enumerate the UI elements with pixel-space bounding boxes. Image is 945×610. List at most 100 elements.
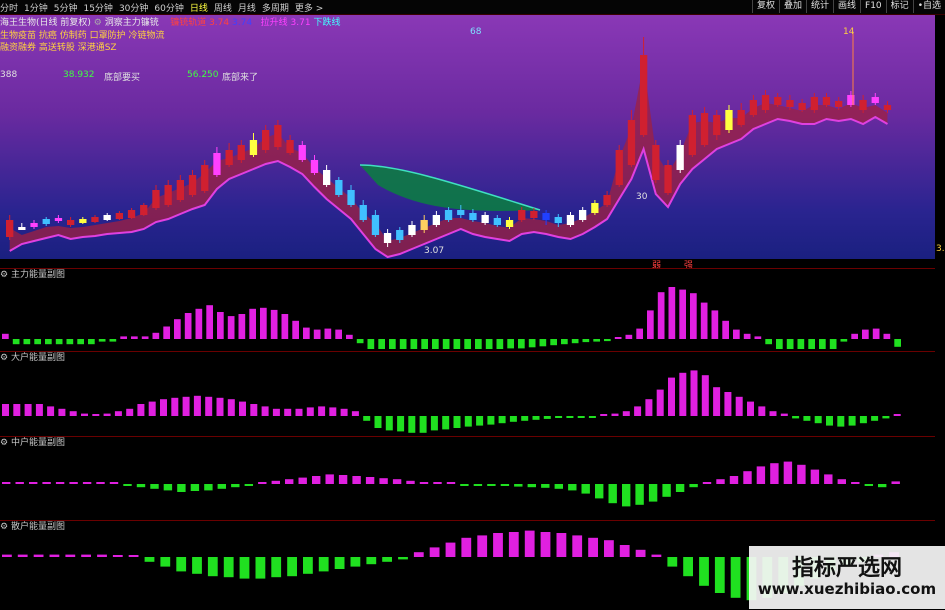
- energy-bar: [430, 416, 438, 431]
- energy-bar: [487, 416, 495, 425]
- energy-bar: [702, 482, 712, 484]
- energy-bar: [193, 395, 201, 416]
- energy-bar: [144, 557, 155, 562]
- energy-bar: [792, 416, 800, 419]
- energy-bar: [346, 334, 353, 339]
- mid-holder-energy-panel[interactable]: ⚙ 中户能量副图: [0, 436, 935, 519]
- candle-body: [164, 185, 172, 205]
- toolbar-button[interactable]: 画线: [833, 0, 860, 13]
- energy-bar: [271, 480, 280, 484]
- period-tab[interactable]: 分时: [0, 1, 18, 14]
- energy-bar: [47, 406, 55, 416]
- toolbar-button[interactable]: F10: [860, 0, 886, 13]
- toolbar-button[interactable]: 统计: [806, 0, 833, 13]
- energy-bar: [397, 416, 405, 432]
- candle-body: [420, 220, 428, 230]
- main-force-energy-panel[interactable]: ⚙ 主力能量副图: [0, 268, 935, 350]
- energy-bar: [284, 408, 292, 416]
- period-tab[interactable]: 15分钟: [83, 1, 112, 14]
- energy-bar: [608, 484, 617, 504]
- energy-bar: [207, 557, 218, 577]
- period-tab[interactable]: 60分钟: [154, 1, 183, 14]
- bottom-buy-label: 底部要买: [104, 73, 141, 83]
- candle-body: [469, 213, 477, 220]
- toolbar-button[interactable]: 标记: [885, 0, 913, 13]
- energy-bar: [271, 557, 282, 578]
- rail-line-value-2: 3.74: [232, 18, 253, 28]
- energy-bar: [249, 308, 256, 339]
- candle-body: [566, 215, 575, 225]
- energy-bar: [69, 482, 78, 484]
- energy-bar: [614, 337, 622, 339]
- period-tab[interactable]: 月线: [238, 1, 256, 14]
- energy-bar: [204, 484, 213, 491]
- energy-bar: [859, 416, 867, 424]
- energy-bar: [131, 336, 138, 339]
- energy-bar: [588, 416, 596, 418]
- energy-bar: [239, 401, 246, 416]
- energy-bar: [758, 406, 766, 416]
- period-tab[interactable]: 5分钟: [54, 1, 78, 14]
- energy-bar: [701, 375, 709, 416]
- low-price-label: 3.07: [424, 246, 445, 256]
- energy-bar: [17, 554, 28, 557]
- candle-body: [298, 145, 306, 160]
- energy-bar: [379, 478, 388, 484]
- energy-bar: [837, 479, 846, 484]
- energy-bar: [550, 339, 557, 346]
- energy-bar: [433, 482, 442, 484]
- candle-body: [213, 153, 221, 175]
- energy-bar: [55, 482, 65, 484]
- main-kline-panel[interactable]: 海王生物(日线 前复权) ⚙ 洞察主力镰铳 镰铳轨道 3.74 3.74 拉升线…: [0, 15, 945, 259]
- period-tab[interactable]: 更多 >: [295, 1, 323, 14]
- energy-bar: [700, 302, 708, 339]
- period-tab[interactable]: 30分钟: [119, 1, 148, 14]
- energy-bar: [303, 327, 310, 339]
- energy-bar: [848, 416, 856, 426]
- energy-bar: [765, 339, 772, 345]
- energy-bar: [12, 339, 20, 345]
- energy-bar: [699, 557, 709, 586]
- candle-body: [91, 217, 99, 222]
- period-tab[interactable]: 1分钟: [24, 1, 48, 14]
- candle-body: [335, 180, 343, 195]
- period-tab[interactable]: 周线: [214, 1, 232, 14]
- energy-bar: [446, 482, 456, 484]
- energy-bar: [656, 389, 664, 416]
- candle-body: [688, 115, 696, 155]
- indicator-name[interactable]: 洞察主力镰铳: [105, 18, 159, 28]
- candle-body: [6, 220, 14, 237]
- candle-body: [871, 97, 879, 103]
- toolbar-button[interactable]: 复权: [751, 0, 779, 13]
- energy-bar: [270, 309, 278, 339]
- candle-body: [725, 110, 733, 130]
- energy-bar: [540, 532, 551, 557]
- label-388: 388: [0, 70, 18, 80]
- energy-bar: [109, 482, 119, 484]
- energy-bar: [675, 484, 685, 492]
- energy-bar: [34, 339, 41, 345]
- candle-body: [103, 215, 111, 220]
- kline-chart[interactable]: [0, 15, 935, 259]
- energy-bar: [464, 339, 471, 349]
- energy-bar: [216, 397, 224, 416]
- toolbar-button[interactable]: 叠加: [778, 0, 806, 13]
- candle-body: [700, 113, 709, 145]
- energy-bar: [163, 484, 173, 491]
- energy-bar: [840, 339, 848, 342]
- toolbar-button[interactable]: •自选: [912, 0, 945, 13]
- energy-bar: [814, 416, 822, 424]
- energy-bar: [595, 484, 604, 499]
- settings-icon[interactable]: ⚙: [94, 18, 102, 28]
- candle-body: [237, 145, 245, 160]
- energy-bar: [864, 484, 873, 486]
- energy-bar: [770, 463, 779, 484]
- rail-line-value: 3.74: [209, 18, 230, 28]
- energy-bar: [604, 540, 614, 557]
- period-tab[interactable]: 多周期: [262, 1, 289, 14]
- period-tab[interactable]: 日线: [190, 1, 208, 14]
- energy-bar: [318, 557, 329, 572]
- candle-body: [262, 130, 270, 150]
- candle-body: [786, 100, 794, 107]
- big-holder-energy-panel[interactable]: ⚙ 大户能量副图: [0, 351, 935, 435]
